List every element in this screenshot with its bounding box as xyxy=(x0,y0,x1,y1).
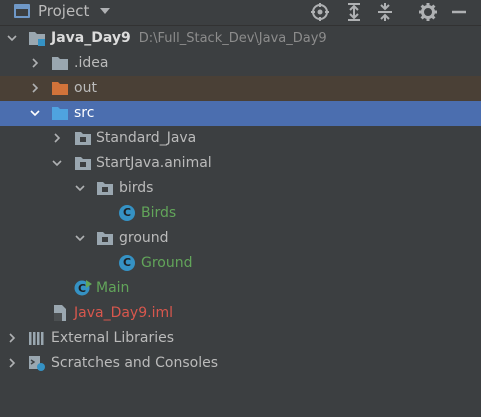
tree-item-main[interactable]: C Main xyxy=(0,276,481,301)
excluded-folder-icon xyxy=(51,80,69,96)
tree-label-src: src xyxy=(74,105,95,121)
tree-item-external-libraries[interactable]: External Libraries xyxy=(0,326,481,351)
tree-label-idea: .idea xyxy=(74,55,109,71)
chevron-down-icon[interactable] xyxy=(6,26,20,51)
tree-item-startjava-animal[interactable]: StartJava.animal xyxy=(0,151,481,176)
tree-item-iml[interactable]: Java_Day9.iml xyxy=(0,301,481,326)
package-icon xyxy=(74,155,92,171)
tree-label-birds: birds xyxy=(119,180,154,196)
chevron-down-icon[interactable] xyxy=(74,226,88,251)
project-path: D:\Full_Stack_Dev\Java_Day9 xyxy=(138,31,327,46)
java-class-icon: C xyxy=(119,205,135,221)
java-class-icon: C xyxy=(119,255,135,271)
panel-title[interactable]: Project xyxy=(38,2,89,20)
tree-label-birds-class: Birds xyxy=(141,205,177,221)
folder-icon xyxy=(51,55,69,71)
chevron-right-icon[interactable] xyxy=(29,51,43,76)
tree-label-scratches: Scratches and Consoles xyxy=(51,355,218,371)
project-tree: Java_Day9 D:\Full_Stack_Dev\Java_Day9 .id… xyxy=(0,26,481,376)
svg-text:C: C xyxy=(78,282,86,295)
tree-item-scratches[interactable]: Scratches and Consoles xyxy=(0,351,481,376)
project-name: Java_Day9 xyxy=(51,30,131,46)
project-panel-icon[interactable] xyxy=(14,4,30,18)
chevron-down-icon[interactable] xyxy=(29,101,43,126)
tree-label-main: Main xyxy=(96,280,130,296)
package-icon xyxy=(74,130,92,146)
collapse-all-icon[interactable] xyxy=(375,2,395,22)
source-folder-icon xyxy=(51,105,69,121)
project-toolbar: Project xyxy=(0,0,481,26)
expand-all-icon[interactable] xyxy=(344,2,364,22)
tree-label-startjava-animal: StartJava.animal xyxy=(96,155,212,171)
chevron-right-icon[interactable] xyxy=(6,351,20,376)
tree-item-birds-class[interactable]: C Birds xyxy=(0,201,481,226)
module-folder-icon xyxy=(28,30,46,46)
package-icon xyxy=(96,180,114,196)
tree-label-iml: Java_Day9.iml xyxy=(74,305,173,321)
chevron-right-icon[interactable] xyxy=(29,76,43,101)
chevron-down-icon[interactable] xyxy=(51,151,65,176)
tree-label-external-libraries: External Libraries xyxy=(51,330,174,346)
tree-item-out[interactable]: out xyxy=(0,76,481,101)
library-icon xyxy=(28,330,46,346)
tree-label-ground-class: Ground xyxy=(141,255,193,271)
settings-icon[interactable] xyxy=(418,2,438,22)
chevron-down-icon[interactable] xyxy=(74,176,88,201)
scratches-icon xyxy=(28,355,46,371)
hide-icon[interactable] xyxy=(449,2,469,22)
tree-label-standard-java: Standard_Java xyxy=(96,130,197,146)
locate-icon[interactable] xyxy=(310,2,330,22)
tree-label-ground: ground xyxy=(119,230,169,246)
module-file-icon xyxy=(51,305,69,321)
java-main-class-icon: C xyxy=(74,280,92,296)
tree-item-idea[interactable]: .idea xyxy=(0,51,481,76)
dropdown-icon[interactable] xyxy=(100,8,110,14)
tree-item-src[interactable]: src xyxy=(0,101,481,126)
chevron-right-icon[interactable] xyxy=(51,126,65,151)
tree-label-out: out xyxy=(74,80,97,96)
package-icon xyxy=(96,230,114,246)
tree-item-ground-class[interactable]: C Ground xyxy=(0,251,481,276)
chevron-right-icon[interactable] xyxy=(6,326,20,351)
tree-item-root[interactable]: Java_Day9 D:\Full_Stack_Dev\Java_Day9 xyxy=(0,26,481,51)
tree-item-ground[interactable]: ground xyxy=(0,226,481,251)
tree-item-birds[interactable]: birds xyxy=(0,176,481,201)
tree-item-standard-java[interactable]: Standard_Java xyxy=(0,126,481,151)
